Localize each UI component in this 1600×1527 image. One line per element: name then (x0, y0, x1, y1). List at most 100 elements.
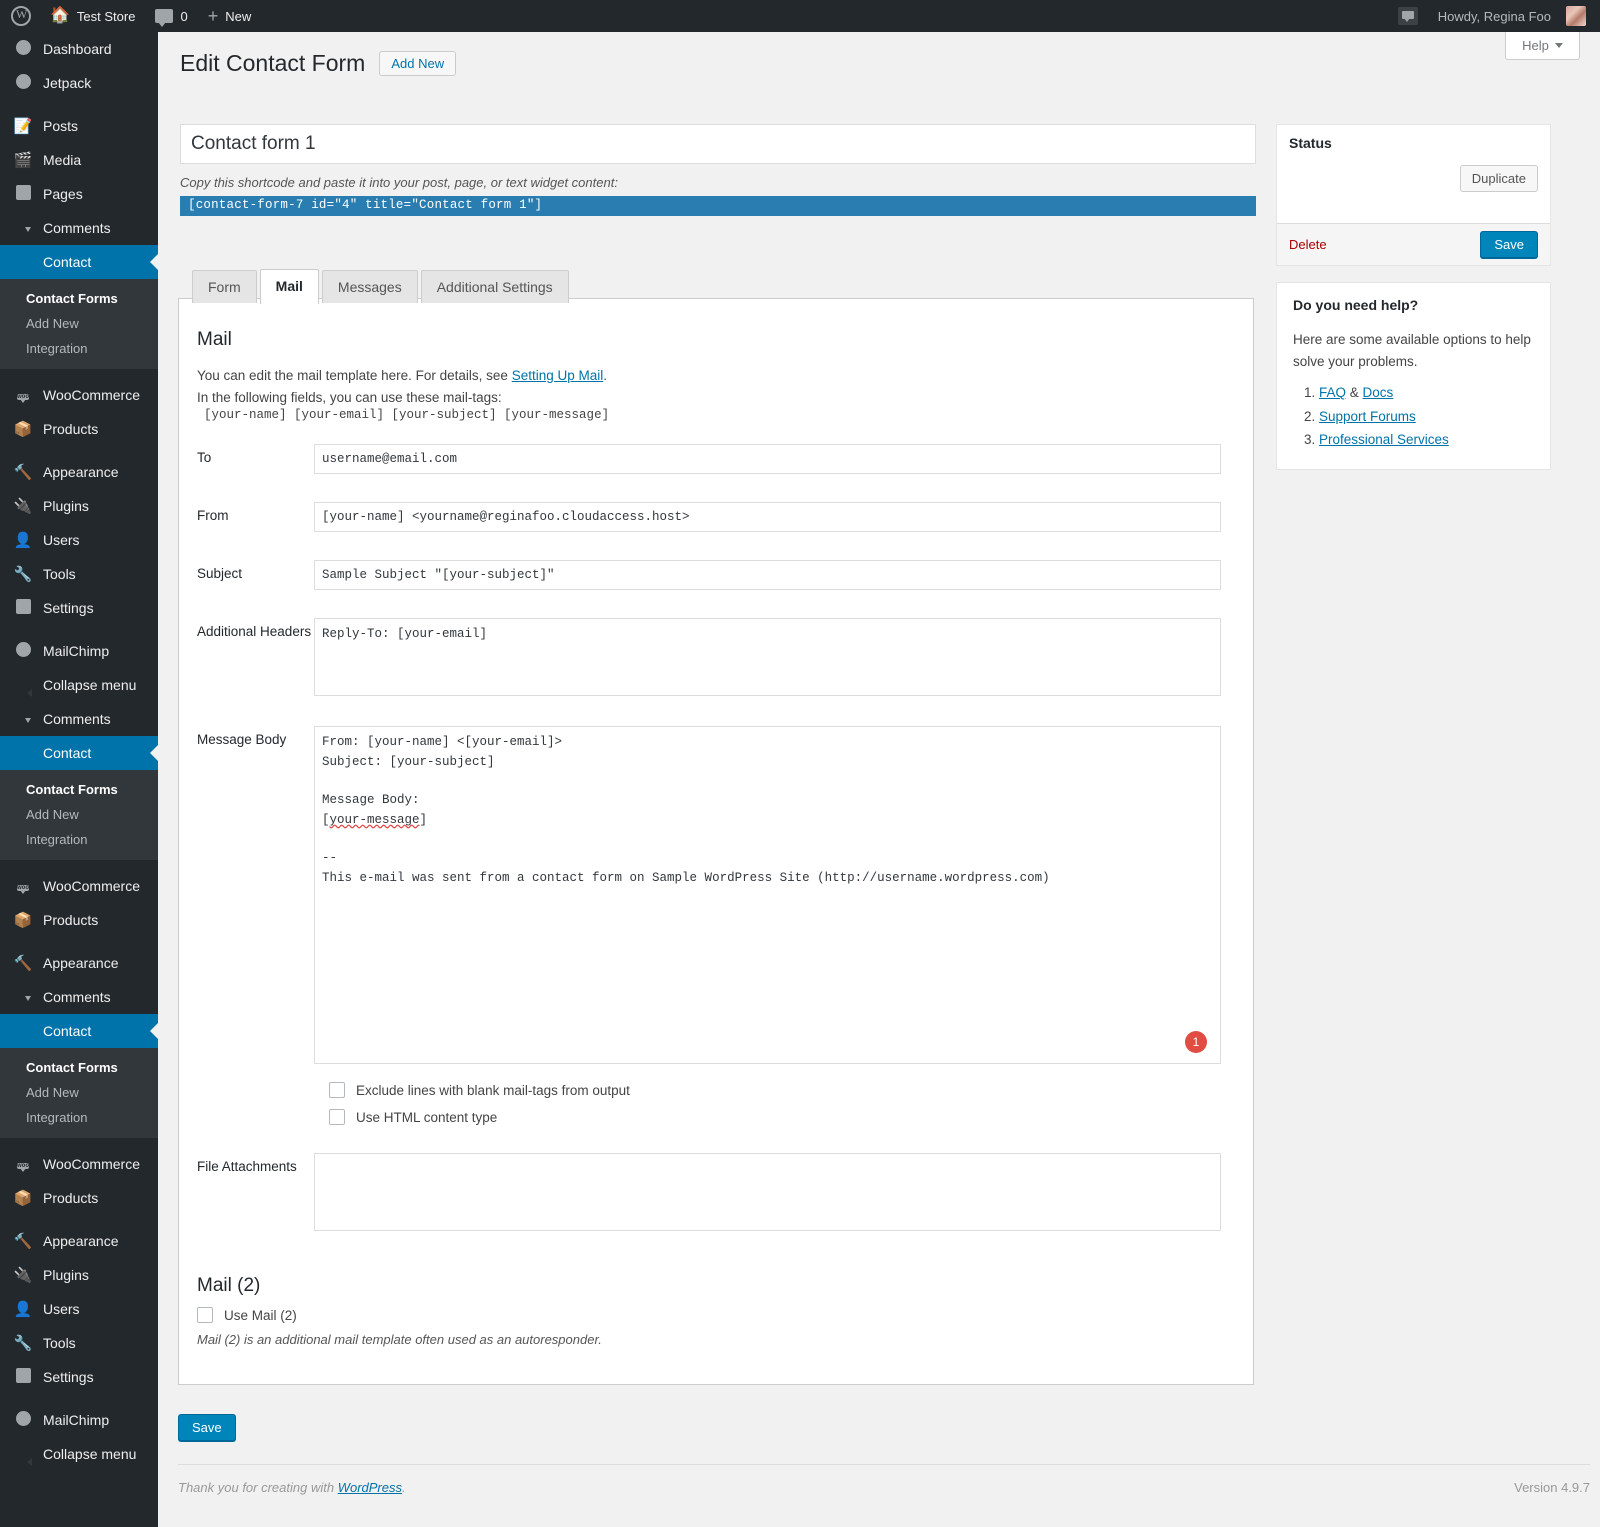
settings-sliders-icon (15, 599, 31, 614)
from-input[interactable] (314, 502, 1221, 533)
submenu-item-integration[interactable]: Integration (0, 1105, 158, 1130)
setting-up-mail-link[interactable]: Setting Up Mail (512, 368, 604, 383)
field-row-from: From (197, 502, 1233, 533)
sidebar-item-comments[interactable]: Comments (0, 211, 158, 245)
wordpress-logo-button[interactable] (0, 0, 40, 32)
docs-link[interactable]: Docs (1363, 385, 1394, 400)
notifications-button[interactable] (1388, 0, 1428, 32)
submenu-item-add-new[interactable]: Add New (0, 1080, 158, 1105)
appearance-brush-icon: 🔨 (13, 463, 33, 481)
sidebar-item-tools[interactable]: 🔧 Tools (0, 557, 158, 591)
sidebar-item-users[interactable]: 👤 Users (0, 523, 158, 557)
submenu-item-integration[interactable]: Integration (0, 827, 158, 852)
checkbox-row-use-mail2[interactable]: Use Mail (2) (197, 1307, 1233, 1324)
site-name-button[interactable]: 🏠 Test Store (40, 0, 145, 32)
sidebar-item-jetpack[interactable]: Jetpack (0, 66, 158, 100)
plugins-plug-icon: 🔌 (13, 1268, 33, 1283)
additional-headers-textarea[interactable]: Reply-To: [your-email] (314, 618, 1221, 697)
to-input[interactable] (314, 444, 1221, 475)
submenu-item-integration[interactable]: Integration (0, 336, 158, 361)
tab-bar[interactable]: Form Mail Messages Additional Settings (192, 268, 569, 305)
sidebar-item-plugins[interactable]: 🔌 Plugins (0, 489, 158, 523)
professional-services-link[interactable]: Professional Services (1319, 432, 1449, 447)
faq-link[interactable]: FAQ (1319, 385, 1346, 400)
sidebar-item-posts[interactable]: 📝 Posts (0, 109, 158, 143)
sidebar-item-mailchimp[interactable]: MailChimp (0, 1403, 158, 1437)
sidebar-item-pages[interactable]: Pages (0, 177, 158, 211)
sidebar-item-dashboard[interactable]: Dashboard (0, 32, 158, 66)
media-icon: 🎬 (13, 153, 33, 168)
sidebar-item-label: Collapse menu (43, 1446, 137, 1462)
sidebar-item-label: Contact (43, 1023, 92, 1039)
submenu-item-add-new[interactable]: Add New (0, 311, 158, 336)
new-content-button[interactable]: + New (198, 0, 262, 32)
wordpress-link[interactable]: WordPress (338, 1480, 402, 1495)
sidebar-item-users[interactable]: 👤 Users (0, 1292, 158, 1326)
add-new-button[interactable]: Add New (379, 51, 457, 76)
sidebar-item-products[interactable]: 📦 Products (0, 1181, 158, 1215)
tools-wrench-icon: 🔧 (13, 565, 33, 583)
tab-additional-settings[interactable]: Additional Settings (420, 270, 569, 304)
submenu-item-contact-forms[interactable]: Contact Forms (0, 286, 158, 311)
sidebar-item-contact[interactable]: Contact (0, 245, 158, 279)
sidebar-item-label: Products (43, 1190, 99, 1206)
sidebar-item-settings[interactable]: Settings (0, 1360, 158, 1394)
support-forums-link[interactable]: Support Forums (1319, 409, 1416, 424)
sidebar-item-woocommerce[interactable]: woo WooCommerce (0, 1147, 158, 1181)
file-attachments-textarea[interactable] (314, 1153, 1221, 1232)
sidebar-item-tools[interactable]: 🔧 Tools (0, 1326, 158, 1360)
save-button-main[interactable]: Save (178, 1414, 236, 1441)
sidebar-item-settings[interactable]: Settings (0, 591, 158, 625)
sidebar-item-contact[interactable]: Contact (0, 1014, 158, 1048)
submenu-item-contact-forms[interactable]: Contact Forms (0, 777, 158, 802)
sidebar-submenu[interactable]: Contact Forms Add New Integration (0, 279, 158, 369)
sidebar-item-mailchimp[interactable]: MailChimp (0, 634, 158, 668)
tab-mail[interactable]: Mail (259, 269, 319, 305)
exclude-blank-checkbox[interactable] (329, 1082, 345, 1099)
settings-sliders-icon (13, 599, 33, 617)
sidebar-item-comments[interactable]: Comments (0, 702, 158, 736)
duplicate-button[interactable]: Duplicate (1459, 165, 1538, 192)
sidebar-item-plugins[interactable]: 🔌 Plugins (0, 1258, 158, 1292)
version-label: Version 4.9.7 (1514, 1480, 1590, 1495)
sidebar-item-woocommerce[interactable]: woo WooCommerce (0, 869, 158, 903)
checkbox-row-exclude[interactable]: Exclude lines with blank mail-tags from … (329, 1082, 1233, 1099)
sidebar-item-collapse-menu[interactable]: Collapse menu (0, 668, 158, 702)
use-html-checkbox[interactable] (329, 1109, 345, 1126)
account-menu[interactable]: Howdy, Regina Foo (1428, 0, 1600, 32)
sidebar-item-appearance[interactable]: 🔨 Appearance (0, 1224, 158, 1258)
sidebar-submenu[interactable]: Contact Forms Add New Integration (0, 770, 158, 860)
message-body-wrapper: From: [your-name] <[your-email]> Subject… (314, 726, 1221, 1065)
sidebar-item-products[interactable]: 📦 Products (0, 903, 158, 937)
checkbox-row-html[interactable]: Use HTML content type (329, 1109, 1233, 1126)
sidebar-item-appearance[interactable]: 🔨 Appearance (0, 946, 158, 980)
delete-link[interactable]: Delete (1289, 237, 1327, 252)
help-toggle-button[interactable]: Help (1505, 32, 1580, 60)
sidebar-item-woocommerce[interactable]: woo WooCommerce (0, 378, 158, 412)
comments-count-button[interactable]: 0 (145, 0, 197, 32)
sidebar-item-media[interactable]: 🎬 Media (0, 143, 158, 177)
sidebar-item-collapse-menu[interactable]: Collapse menu (0, 1437, 158, 1471)
woocommerce-icon: woo (17, 885, 29, 891)
save-button-sidebar[interactable]: Save (1480, 231, 1538, 258)
shortcode-value[interactable]: [contact-form-7 id="4" title="Contact fo… (180, 196, 1256, 216)
sidebar-item-products[interactable]: 📦 Products (0, 412, 158, 446)
sidebar-item-comments[interactable]: Comments (0, 980, 158, 1014)
form-title-input[interactable] (180, 124, 1256, 164)
sidebar-item-appearance[interactable]: 🔨 Appearance (0, 455, 158, 489)
tab-messages[interactable]: Messages (321, 270, 418, 304)
use-mail2-checkbox[interactable] (197, 1307, 213, 1324)
tab-form[interactable]: Form (192, 270, 257, 304)
mail-intro-text: You can edit the mail template here. For… (197, 368, 512, 383)
submenu-item-add-new[interactable]: Add New (0, 802, 158, 827)
appearance-brush-icon: 🔨 (13, 956, 33, 971)
products-box-icon: 📦 (13, 1191, 33, 1206)
admin-sidebar[interactable]: Dashboard Jetpack 📝 Posts 🎬 Media Pages Comment… (0, 32, 158, 1527)
message-body-textarea[interactable]: From: [your-name] <[your-email]> Subject… (314, 726, 1221, 1065)
plus-icon: + (207, 5, 219, 26)
subject-input[interactable] (314, 560, 1221, 591)
sidebar-submenu[interactable]: Contact Forms Add New Integration (0, 1048, 158, 1138)
submenu-item-contact-forms[interactable]: Contact Forms (0, 1055, 158, 1080)
sidebar-item-contact[interactable]: Contact (0, 736, 158, 770)
footer-thanks-text: Thank you for creating with (178, 1480, 338, 1495)
